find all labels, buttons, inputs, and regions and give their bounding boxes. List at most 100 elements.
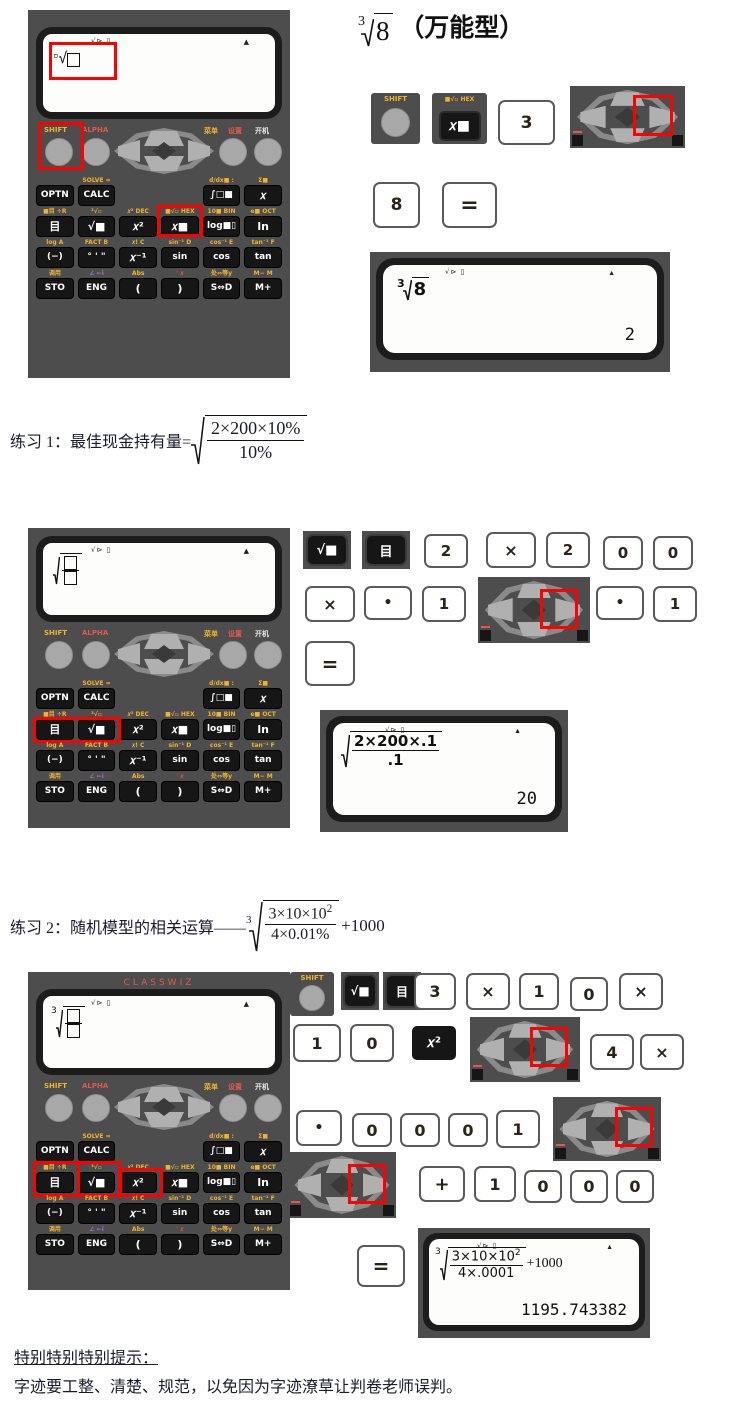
chip-dpad-right-s3-a[interactable] — [470, 1017, 580, 1082]
key-s-to-d[interactable]: S⇔D — [202, 781, 241, 802]
chip-plus-s3[interactable]: + — [419, 1166, 465, 1202]
chip-digit-1d-s3[interactable]: 1 — [474, 1166, 516, 1202]
chip-digit-0e-s3[interactable]: 0 — [448, 1113, 488, 1147]
chip-equals-s1[interactable]: = — [442, 182, 497, 228]
key-cos[interactable]: cos — [202, 750, 241, 771]
key-sto[interactable]: STO — [36, 781, 74, 802]
key-sin[interactable]: sin — [161, 1203, 199, 1224]
key-paren-close[interactable]: ) — [161, 781, 199, 802]
dpad-left-icon[interactable] — [118, 1096, 140, 1118]
alpha-key[interactable] — [82, 641, 110, 669]
key-eng[interactable]: ENG — [77, 781, 116, 802]
key-ln[interactable]: ln — [244, 1172, 283, 1193]
digit-4-key-face[interactable]: 4 — [590, 1034, 634, 1070]
chip-decimal-b-s2[interactable]: • — [596, 586, 644, 620]
key-degrees[interactable]: ° ' " — [77, 750, 116, 771]
dpad-left-icon[interactable] — [580, 105, 606, 129]
key-paren-open[interactable]: ( — [119, 781, 158, 802]
menu-key[interactable] — [219, 138, 247, 166]
chip-shift-key-s1[interactable]: SHIFT — [371, 93, 420, 144]
sqrt-key-face[interactable]: √■ — [306, 534, 348, 566]
chip-multiply-c-s3[interactable]: × — [640, 1034, 684, 1070]
key-negative[interactable]: (−) — [36, 1203, 74, 1224]
key-sin[interactable]: sin — [161, 247, 199, 268]
digit-1-key-face[interactable]: 1 — [293, 1024, 341, 1062]
key-sin[interactable]: sin — [161, 750, 199, 771]
shift-key[interactable] — [45, 641, 73, 669]
alpha-key[interactable] — [82, 138, 110, 166]
key-reciprocal[interactable]: 𝑥⁻¹ — [119, 1203, 158, 1224]
power-key[interactable] — [254, 641, 282, 669]
key-sqrt[interactable]: √■ — [77, 216, 116, 237]
key-m-plus[interactable]: M+ — [244, 278, 283, 299]
chip-digit-4-s3[interactable]: 4 — [590, 1034, 634, 1070]
digit-0-key-face[interactable]: 0 — [570, 977, 608, 1011]
key-s-to-d[interactable]: S⇔D — [202, 1234, 241, 1255]
chip-digit-1b-s3[interactable]: 1 — [293, 1024, 341, 1062]
power-key[interactable] — [254, 1094, 282, 1122]
chip-digit-1c-s3[interactable]: 1 — [496, 1110, 540, 1148]
decimal-point-key-face[interactable]: • — [364, 586, 412, 620]
equals-key-face[interactable]: = — [357, 1245, 405, 1287]
key-degrees[interactable]: ° ' " — [77, 1203, 116, 1224]
direction-pad[interactable] — [114, 631, 214, 677]
key-tan[interactable]: tan — [244, 750, 283, 771]
multiply-key-face[interactable]: × — [305, 586, 355, 622]
key-x-squared[interactable]: 𝑥² — [119, 719, 158, 740]
fraction-key-face[interactable]: 目 — [365, 534, 407, 566]
key-x-variable[interactable]: 𝑥 — [244, 1141, 283, 1162]
chip-digit-2a-s2[interactable]: 2 — [424, 534, 468, 568]
chip-digit-0g-s3[interactable]: 0 — [570, 1170, 608, 1203]
chip-multiply-b-s3[interactable]: × — [619, 973, 663, 1010]
chip-digit-0a-s2[interactable]: 0 — [603, 536, 643, 570]
key-optn[interactable]: OPTN — [36, 185, 74, 206]
shift-key[interactable] — [45, 1094, 73, 1122]
dpad-right-icon[interactable] — [188, 1096, 210, 1118]
key-integral[interactable]: ∫□■ — [202, 185, 241, 206]
digit-0-key-face[interactable]: 0 — [570, 1170, 608, 1203]
chip-digit-1b-s2[interactable]: 1 — [653, 586, 697, 622]
key-m-plus[interactable]: M+ — [244, 781, 283, 802]
equals-key-face[interactable]: = — [305, 641, 355, 686]
dpad-left-icon[interactable] — [118, 643, 140, 665]
key-ln[interactable]: ln — [244, 719, 283, 740]
chip-digit-0a-s3[interactable]: 0 — [570, 977, 608, 1011]
dpad-left-icon[interactable] — [488, 598, 513, 622]
equals-key-face[interactable]: = — [442, 182, 497, 228]
key-degrees[interactable]: ° ' " — [77, 247, 116, 268]
plus-key-face[interactable]: + — [419, 1166, 465, 1202]
key-tan[interactable]: tan — [244, 1203, 283, 1224]
key-calc[interactable]: CALC — [77, 185, 116, 206]
chip-multiply-b-s2[interactable]: × — [305, 586, 355, 622]
chip-digit-0c-s3[interactable]: 0 — [352, 1113, 392, 1147]
key-integral[interactable]: ∫□■ — [202, 688, 241, 709]
key-log[interactable]: log■▯ — [202, 719, 241, 740]
key-calc[interactable]: CALC — [77, 688, 116, 709]
chip-digit-3-s1[interactable]: 3 — [498, 100, 555, 145]
x-power-key-face[interactable]: 𝑥■ — [438, 110, 481, 141]
chip-dpad-right-s2[interactable] — [478, 577, 590, 643]
digit-1-key-face[interactable]: 1 — [519, 973, 559, 1010]
chip-digit-0b-s2[interactable]: 0 — [653, 536, 693, 570]
key-reciprocal[interactable]: 𝑥⁻¹ — [119, 750, 158, 771]
key-paren-open[interactable]: ( — [119, 278, 158, 299]
key-sto[interactable]: STO — [36, 1234, 74, 1255]
key-x-variable[interactable]: 𝑥 — [244, 185, 283, 206]
key-x-power[interactable]: 𝑥■ — [161, 719, 199, 740]
digit-1-key-face[interactable]: 1 — [422, 586, 466, 622]
key-paren-open[interactable]: ( — [119, 1234, 158, 1255]
power-key[interactable] — [254, 138, 282, 166]
key-eng[interactable]: ENG — [77, 1234, 116, 1255]
chip-digit-0h-s3[interactable]: 0 — [616, 1170, 654, 1203]
chip-dpad-right-s3-c[interactable] — [288, 1152, 396, 1218]
chip-x-power-key-s1[interactable]: ■√▫ HEX 𝑥■ — [432, 93, 487, 144]
chip-multiply-a-s3[interactable]: × — [466, 973, 510, 1010]
key-fraction[interactable]: 目 — [36, 216, 74, 237]
x-squared-key-face[interactable]: 𝑥² — [412, 1026, 456, 1060]
key-eng[interactable]: ENG — [77, 278, 116, 299]
chip-digit-1a-s3[interactable]: 1 — [519, 973, 559, 1010]
digit-0-key-face[interactable]: 0 — [616, 1170, 654, 1203]
digit-8-key-face[interactable]: 8 — [373, 182, 420, 228]
chip-digit-1a-s2[interactable]: 1 — [422, 586, 466, 622]
digit-3-key-face[interactable]: 3 — [498, 100, 555, 145]
